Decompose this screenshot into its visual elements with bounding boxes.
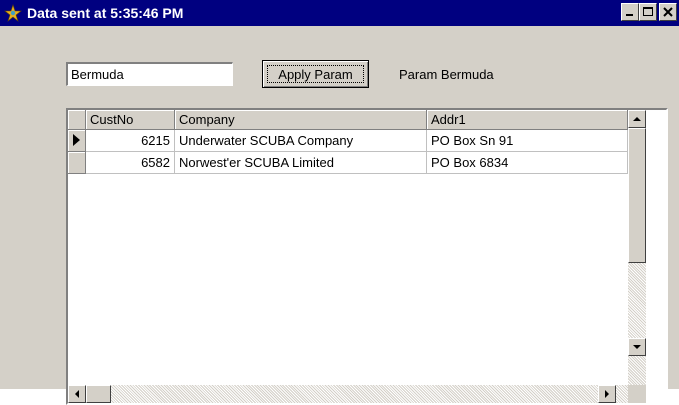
data-grid[interactable]: CustNo Company Addr1 6215 Underwater SCU… — [66, 108, 668, 405]
row-indicator[interactable] — [68, 152, 86, 174]
arrow-left-icon — [75, 390, 79, 398]
minimize-icon — [626, 14, 633, 16]
client-area: Apply Param Param Bermuda CustNo Company… — [0, 26, 679, 405]
apply-param-label: Apply Param — [278, 66, 353, 82]
main-window: Data sent at 5:35:46 PM Apply Param Para… — [0, 0, 679, 405]
maximize-icon — [643, 7, 653, 16]
param-status-label: Param Bermuda — [399, 67, 494, 82]
arrow-right-icon — [605, 390, 609, 398]
scroll-up-button[interactable] — [628, 110, 646, 128]
horizontal-scroll-thumb[interactable] — [86, 385, 111, 403]
row-indicator[interactable] — [68, 130, 86, 152]
triangle-right-icon — [73, 134, 80, 146]
column-header-custno[interactable]: CustNo — [86, 110, 175, 130]
scroll-down-button[interactable] — [628, 338, 646, 356]
grid-corner-header — [68, 110, 86, 130]
scroll-right-button[interactable] — [598, 385, 616, 403]
scroll-left-button[interactable] — [68, 385, 86, 403]
close-icon — [663, 7, 673, 17]
cell-custno[interactable]: 6215 — [86, 130, 175, 152]
cell-addr1[interactable]: PO Box Sn 91 — [427, 130, 628, 152]
app-icon[interactable] — [4, 4, 22, 22]
apply-param-button[interactable]: Apply Param — [262, 60, 369, 88]
cell-company[interactable]: Underwater SCUBA Company — [175, 130, 427, 152]
arrow-up-icon — [633, 117, 641, 121]
minimize-button[interactable] — [621, 3, 639, 21]
column-header-addr1[interactable]: Addr1 — [427, 110, 628, 130]
cell-addr1[interactable]: PO Box 6834 — [427, 152, 628, 174]
vertical-scroll-thumb[interactable] — [628, 128, 646, 263]
arrow-down-icon — [633, 345, 641, 349]
param-input[interactable] — [66, 62, 233, 86]
maximize-button[interactable] — [639, 3, 657, 21]
column-header-company[interactable]: Company — [175, 110, 427, 130]
cell-company[interactable]: Norwest'er SCUBA Limited — [175, 152, 427, 174]
cell-custno[interactable]: 6582 — [86, 152, 175, 174]
scrollbar-corner — [628, 385, 646, 403]
close-button[interactable] — [659, 3, 677, 21]
vertical-scrollbar[interactable] — [628, 110, 646, 385]
window-title: Data sent at 5:35:46 PM — [27, 5, 184, 21]
title-bar[interactable]: Data sent at 5:35:46 PM — [0, 0, 679, 26]
horizontal-scrollbar[interactable] — [68, 385, 628, 403]
